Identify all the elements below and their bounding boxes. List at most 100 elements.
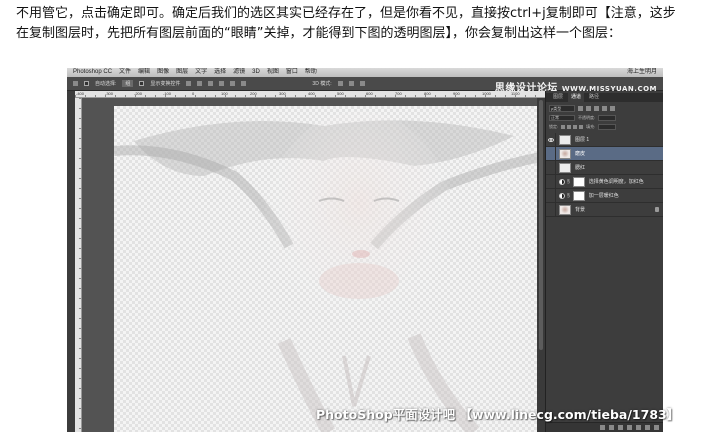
auto-select-checkbox[interactable]	[84, 81, 89, 86]
ruler-tick-label: 500	[337, 91, 344, 96]
menu-item-app[interactable]: Photoshop CC	[73, 68, 112, 77]
layer-row[interactable]: 图层 1	[546, 132, 663, 147]
align-center-icon[interactable]	[230, 81, 236, 86]
menu-item-select[interactable]: 选择	[214, 68, 226, 77]
ruler-tick-label: 800	[424, 91, 431, 96]
menu-item-type[interactable]: 文字	[195, 68, 207, 77]
drag-3d-icon[interactable]	[359, 81, 365, 86]
tab-layers[interactable]: 图层	[550, 93, 566, 102]
add-mask-icon[interactable]	[618, 425, 623, 430]
ruler-tick-label: -200	[134, 91, 143, 96]
layers-list: 图层 1 磨皮 腮红 § 选择黄色调明度，加红色 § 加一层暖红色 背景	[546, 132, 663, 217]
show-transform-checkbox[interactable]	[139, 81, 145, 86]
fill-label: 填充:	[586, 124, 596, 129]
layer-name: 背景	[575, 207, 586, 213]
filter-smart-icon[interactable]	[610, 105, 615, 111]
lock-options[interactable]	[561, 125, 584, 129]
menu-item-file[interactable]: 文件	[119, 68, 131, 77]
ruler-vertical[interactable]	[75, 98, 82, 432]
ruler-tick-label: 300	[279, 91, 286, 96]
menu-item-layer[interactable]: 图层	[176, 68, 188, 77]
roll-3d-icon[interactable]	[348, 81, 354, 86]
lock-move-icon	[573, 125, 578, 129]
scroll-thumb[interactable]	[539, 100, 543, 350]
move-tool-icon[interactable]	[73, 81, 78, 86]
lock-all-icon	[579, 125, 584, 129]
article-line-1: 不用管它，点击确定即可。确定后我们的选区其实已经存在了，但是你看不见，直接按ct…	[16, 6, 676, 21]
layer-row[interactable]: 磨皮	[546, 146, 663, 161]
mode-3d-label: 3D 模式:	[312, 81, 332, 87]
ruler-tick-label: 0	[192, 91, 195, 96]
blend-mode-select[interactable]: 正常	[549, 115, 575, 121]
lock-row: 锁定: 填充:	[549, 123, 661, 131]
ruler-tick-label: 900	[453, 91, 460, 96]
new-layer-icon[interactable]	[645, 425, 650, 430]
tab-paths[interactable]: 路径	[586, 93, 602, 102]
visibility-toggle[interactable]	[546, 132, 556, 147]
new-group-icon[interactable]	[636, 425, 641, 430]
new-adjustment-icon[interactable]	[627, 425, 632, 430]
layer-name: 加一层暖红色	[588, 193, 619, 199]
document-workspace[interactable]	[82, 98, 545, 432]
visibility-toggle[interactable]	[546, 202, 556, 217]
auto-select-dropdown[interactable]: 组	[122, 80, 134, 87]
menu-item-filter[interactable]: 滤镜	[233, 68, 245, 77]
ruler-tick-label: -400	[76, 91, 85, 96]
menu-bar: Photoshop CC 文件 编辑 图像 图层 文字 选择 滤镜 3D 视图 …	[67, 68, 663, 77]
menu-item-window[interactable]: 窗口	[286, 68, 298, 77]
layer-row[interactable]: 腮红	[546, 160, 663, 175]
ruler-tick-label: 1100	[511, 91, 520, 96]
filter-adjustment-icon[interactable]	[586, 105, 591, 111]
align-bottom-icon[interactable]	[208, 81, 214, 86]
menu-item-help[interactable]: 帮助	[305, 68, 317, 77]
opacity-field[interactable]	[598, 115, 617, 121]
filter-type-icon[interactable]	[594, 105, 599, 111]
blend-row: 正常 不透明度:	[549, 114, 661, 122]
visibility-toggle[interactable]	[546, 174, 556, 189]
watermark-bottom: PhotoShop平面设计吧 【www.linecg.com/tieba/178…	[316, 407, 680, 422]
article-line-2: 在复制图层时，先把所有图层前面的“眼睛”关掉，才能得到下图的透明图层】，你会复制…	[16, 26, 621, 41]
link-layers-icon[interactable]	[600, 425, 605, 430]
link-icon: §	[567, 178, 570, 185]
panel-tabs: 图层 通道 路径	[546, 93, 663, 102]
filter-shape-icon[interactable]	[602, 105, 607, 111]
layer-row[interactable]: § 选择黄色调明度，加红色	[546, 174, 663, 189]
visibility-toggle[interactable]	[546, 160, 556, 175]
menu-item-image[interactable]: 图像	[157, 68, 169, 77]
ruler-tick-label: 700	[395, 91, 402, 96]
layer-mask-thumbnail	[572, 190, 585, 201]
ruler-tick-label: 400	[308, 91, 315, 96]
auto-select-label: 自动选择:	[95, 81, 117, 87]
align-top-icon[interactable]	[186, 81, 192, 86]
filter-pixel-icon[interactable]	[578, 105, 583, 111]
opacity-label: 不透明度:	[578, 115, 596, 120]
ruler-horizontal[interactable]: -400 -300 -200 -100 0 100 200 300 400 50…	[75, 91, 545, 98]
vertical-scrollbar[interactable]	[537, 98, 545, 432]
align-left-icon[interactable]	[219, 81, 225, 86]
align-right-icon[interactable]	[241, 81, 247, 86]
layer-style-icon[interactable]	[609, 425, 614, 430]
tab-channels[interactable]: 通道	[568, 93, 585, 102]
lock-paint-icon	[567, 125, 572, 129]
ruler-tick-label: 1000	[482, 91, 491, 96]
filter-kind-select[interactable]: ρ类型	[549, 104, 575, 112]
transparent-layer-canvas[interactable]	[114, 106, 545, 432]
layer-row[interactable]: 背景	[546, 202, 663, 217]
fill-field[interactable]	[598, 124, 617, 130]
menu-item-3d[interactable]: 3D	[252, 68, 260, 77]
layer-name: 磨皮	[575, 151, 586, 157]
adjustment-layer-icon	[559, 178, 565, 185]
layer-row[interactable]: § 加一层暖红色	[546, 188, 663, 203]
visibility-toggle[interactable]	[546, 188, 556, 203]
rotate-3d-icon[interactable]	[337, 81, 343, 86]
visibility-toggle[interactable]	[546, 146, 556, 161]
layer-name: 腮红	[575, 165, 586, 171]
trash-icon[interactable]	[654, 425, 659, 430]
article-paragraph: 不用管它，点击确定即可。确定后我们的选区其实已经存在了，但是你看不见，直接按ct…	[16, 4, 716, 44]
tools-panel[interactable]	[67, 91, 75, 432]
lock-icon	[655, 207, 659, 212]
menu-item-view[interactable]: 视图	[267, 68, 279, 77]
lock-transparent-icon	[561, 125, 566, 129]
menu-item-edit[interactable]: 编辑	[138, 68, 150, 77]
align-middle-icon[interactable]	[197, 81, 203, 86]
